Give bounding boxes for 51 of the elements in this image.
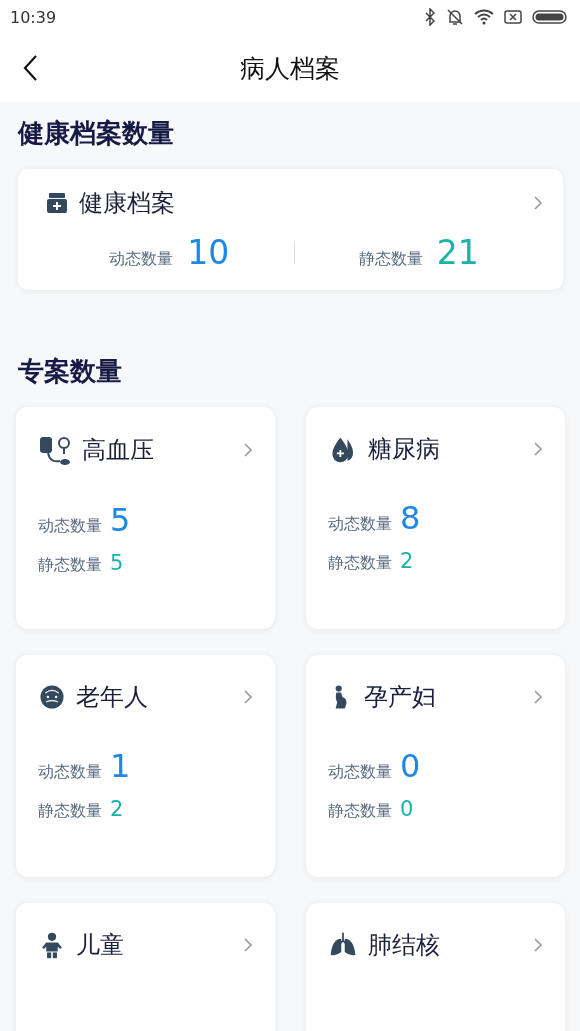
sim-card-icon — [504, 9, 522, 25]
dynamic-count: 5 — [110, 501, 131, 539]
dynamic-count: 10 — [187, 233, 230, 272]
count-label: 动态数量 — [38, 762, 102, 783]
card-title: 糖尿病 — [368, 434, 440, 465]
chevron-right-icon — [533, 689, 543, 705]
battery-icon — [532, 9, 568, 25]
chevron-right-icon — [533, 441, 543, 457]
card-title: 健康档案 — [79, 188, 175, 219]
chevron-right-icon — [533, 937, 543, 953]
chevron-right-icon — [533, 195, 543, 211]
chevron-right-icon — [243, 937, 253, 953]
health-record-card[interactable]: 健康档案 动态数量 10 静态数量 21 — [18, 169, 563, 290]
static-count: 5 — [110, 551, 124, 575]
chevron-right-icon — [243, 442, 253, 458]
static-count: 0 — [400, 797, 414, 821]
dynamic-count: 0 — [400, 747, 421, 785]
project-card[interactable]: 糖尿病 动态数量 8 静态数量 2 — [306, 407, 565, 629]
medical-box-icon — [45, 191, 69, 215]
card-title: 孕产妇 — [364, 682, 436, 713]
status-time: 10:39 — [10, 7, 57, 27]
count-label: 动态数量 — [328, 514, 392, 535]
chevron-right-icon — [243, 689, 253, 705]
card-title: 高血压 — [82, 435, 154, 466]
project-card[interactable]: 孕产妇 动态数量 0 静态数量 0 — [306, 655, 565, 877]
wifi-icon — [474, 9, 494, 25]
static-count: 21 — [436, 233, 479, 272]
count-label: 静态数量 — [358, 249, 423, 270]
muted-bell-icon — [446, 8, 464, 26]
count-label: 动态数量 — [38, 516, 102, 537]
dynamic-count: 8 — [400, 499, 421, 537]
static-count: 2 — [400, 549, 414, 573]
page-title: 病人档案 — [240, 52, 340, 85]
card-title: 肺结核 — [368, 930, 440, 961]
dynamic-count: 1 — [110, 747, 131, 785]
bluetooth-icon — [424, 8, 436, 26]
count-label: 静态数量 — [328, 801, 392, 822]
project-card[interactable]: 儿童 — [16, 903, 275, 1031]
project-card[interactable]: 老年人 动态数量 1 静态数量 2 — [16, 655, 275, 877]
count-label: 动态数量 — [109, 249, 174, 270]
count-label: 静态数量 — [38, 801, 102, 822]
project-card[interactable]: 肺结核 — [306, 903, 565, 1031]
count-label: 动态数量 — [328, 762, 392, 783]
count-label: 静态数量 — [328, 553, 392, 574]
card-title: 儿童 — [76, 930, 124, 961]
card-title: 老年人 — [76, 682, 148, 713]
static-count: 2 — [110, 797, 124, 821]
section-title: 专案数量 — [17, 355, 123, 388]
section-title: 健康档案数量 — [16, 117, 175, 150]
count-label: 静态数量 — [38, 555, 102, 576]
project-card[interactable]: 高血压 动态数量 5 静态数量 5 — [16, 407, 275, 629]
